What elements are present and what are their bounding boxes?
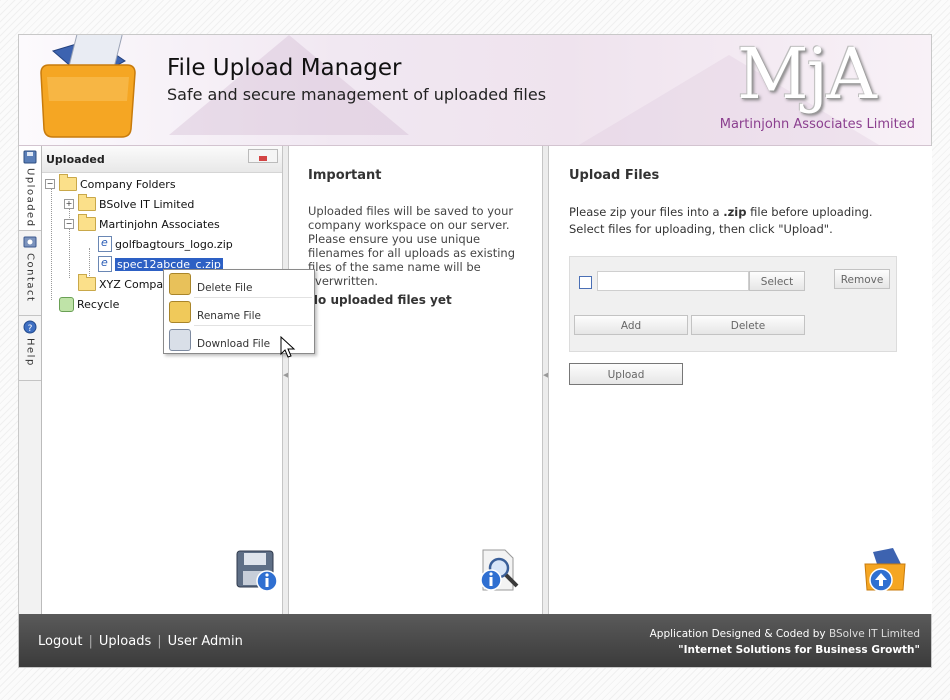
uploaded-tree-panel: Uploaded − Company Folders + BSolve IT L [42, 146, 283, 614]
collapse-panel-button[interactable] [248, 149, 278, 163]
expand-toggle-icon[interactable]: + [64, 199, 74, 209]
collapse-icon [259, 156, 267, 161]
no-files-message: No uploaded files yet [308, 293, 452, 307]
page-title: File Upload Manager [167, 55, 402, 81]
info-heading: Important [308, 168, 382, 183]
tree-node-recycle[interactable]: Recycle [59, 296, 119, 312]
tree-line [89, 248, 90, 278]
tab-label: Uploaded [24, 168, 36, 228]
floppy-icon [23, 150, 37, 164]
zip-file-icon [98, 256, 112, 272]
menu-item-delete-file[interactable]: Delete File [164, 270, 314, 297]
tree-node-file[interactable]: golfbagtours_logo.zip [98, 236, 233, 252]
collapse-toggle-icon[interactable]: − [64, 219, 74, 229]
instruction-text: file before uploading. [746, 205, 873, 219]
folder-icon [59, 174, 77, 191]
upload-button[interactable]: Upload [569, 363, 683, 385]
folder-icon [78, 194, 96, 211]
info-panel: Important Uploaded files will be saved t… [288, 146, 543, 614]
company-logo: MjA [737, 35, 877, 115]
tab-help[interactable]: ? Help [19, 316, 41, 381]
menu-item-label: Download File [197, 338, 271, 350]
footer-links: Logout | Uploads | User Admin [38, 634, 243, 649]
mouse-cursor-icon [280, 336, 296, 358]
info-body: Uploaded files will be saved to your com… [308, 204, 515, 288]
upload-heading: Upload Files [569, 168, 660, 183]
tree-node-company-folders[interactable]: − Company Folders [45, 174, 176, 192]
tree-panel-title: Uploaded [46, 153, 105, 166]
logout-link[interactable]: Logout [38, 634, 83, 649]
remove-button[interactable]: Remove [834, 269, 890, 289]
credit-text: Application Designed & Coded by [649, 628, 829, 640]
instruction-text: Please zip your files into a [569, 205, 724, 219]
main-panels: Uploaded Contact ? Help Uploaded − Compa… [19, 146, 932, 614]
delete-button[interactable]: Delete [691, 315, 805, 335]
tree-node-martinjohn[interactable]: − Martinjohn Associates [64, 214, 220, 232]
menu-item-label: Rename File [197, 310, 261, 322]
upload-panel: Upload Files Please zip your files into … [548, 146, 932, 614]
app-frame: File Upload Manager Safe and secure mana… [18, 34, 932, 668]
save-info-icon [236, 550, 278, 592]
tab-uploaded[interactable]: Uploaded [19, 146, 41, 231]
download-file-icon [169, 329, 191, 351]
tree-node-label: Recycle [77, 297, 120, 311]
select-button[interactable]: Select [749, 271, 805, 291]
tree-node-label: Martinjohn Associates [99, 217, 220, 231]
collapse-toggle-icon[interactable]: − [45, 179, 55, 189]
file-checkbox[interactable] [579, 276, 592, 289]
link-separator: | [157, 634, 162, 649]
uploads-link[interactable]: Uploads [99, 634, 151, 649]
file-queue-box: Select Remove Add Delete [569, 256, 897, 352]
svg-text:?: ? [28, 324, 33, 334]
menu-item-rename-file[interactable]: Rename File [164, 298, 314, 325]
add-button[interactable]: Add [574, 315, 688, 335]
user-admin-link[interactable]: User Admin [168, 634, 243, 649]
menu-item-label: Delete File [197, 282, 253, 294]
contact-icon [23, 236, 37, 248]
tab-label: Contact [24, 253, 36, 303]
tree-node-label: BSolve IT Limited [99, 197, 195, 211]
link-separator: | [88, 634, 93, 649]
upload-folder-icon [864, 548, 906, 592]
side-tab-bar: Uploaded Contact ? Help [19, 146, 42, 614]
folder-icon [78, 274, 96, 291]
recycle-bin-icon [59, 296, 74, 312]
company-name: Martinjohn Associates Limited [719, 117, 915, 132]
tree-node-label: golfbagtours_logo.zip [115, 237, 233, 251]
folder-logo-icon [40, 35, 136, 138]
upload-instructions: Please zip your files into a .zip file b… [569, 204, 909, 238]
instruction-emphasis: .zip [723, 205, 747, 219]
footer: Logout | Uploads | User Admin Application De… [19, 614, 931, 667]
credit-company-link[interactable]: BSolve IT Limited [829, 628, 920, 640]
search-info-icon [480, 549, 519, 591]
file-path-input[interactable] [597, 271, 749, 291]
tree-panel-header: Uploaded [42, 146, 282, 173]
zip-file-icon [98, 236, 112, 252]
credit-tagline: "Internet Solutions for Business Growth" [678, 644, 920, 656]
page-subtitle: Safe and secure management of uploaded f… [167, 85, 547, 104]
help-icon: ? [23, 320, 37, 334]
delete-file-icon [169, 273, 191, 295]
tree-node-xyz[interactable]: XYZ Company [78, 274, 177, 292]
tab-label: Help [24, 338, 36, 367]
tree-line [51, 188, 52, 300]
header: File Upload Manager Safe and secure mana… [19, 35, 931, 146]
tree-node-bsolve[interactable]: + BSolve IT Limited [64, 194, 195, 212]
tree-node-label: Company Folders [80, 177, 176, 191]
folder-icon [78, 214, 96, 231]
rename-file-icon [169, 301, 191, 323]
footer-credits: Application Designed & Coded by BSolve I… [650, 626, 920, 658]
instruction-text: Select files for uploading, then click "… [569, 222, 833, 236]
tab-contact[interactable]: Contact [19, 231, 41, 316]
